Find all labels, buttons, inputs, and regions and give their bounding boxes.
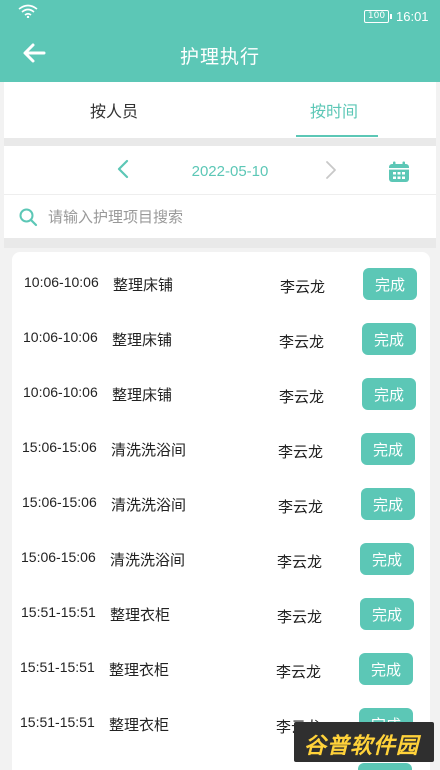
- task-person: 李云龙: [276, 663, 322, 681]
- page-title: 护理执行: [179, 46, 260, 68]
- complete-button[interactable]: 完成: [363, 268, 417, 300]
- task-person: 李云龙: [280, 278, 326, 296]
- task-person: 李云龙: [278, 498, 324, 516]
- active-tab-indicator: [296, 135, 378, 137]
- task-list: 10:06-10:06 整理床铺 李云龙 完成 10:06-10:06 整理床铺 李云龙 完成…: [12, 252, 430, 770]
- complete-button[interactable]: 完成: [362, 378, 416, 410]
- calendar-icon[interactable]: [388, 161, 410, 183]
- complete-button[interactable]: 完成: [359, 653, 413, 685]
- divider: [4, 238, 436, 248]
- complete-button[interactable]: 完成: [361, 433, 415, 465]
- task-row: 15:51-15:51 整理衣柜 李云龙 完成: [12, 641, 430, 696]
- task-name: 整理衣柜: [109, 716, 170, 734]
- task-time: 15:51-15:51: [20, 714, 95, 730]
- task-name: 整理床铺: [113, 276, 174, 294]
- task-time: 15:51-15:51: [20, 659, 95, 675]
- task-row: 15:06-15:06 清洗洗浴间 李云龙 完成: [12, 421, 430, 476]
- complete-button[interactable]: 完成: [360, 598, 414, 630]
- watermark-logo: 谷普软件园: [294, 722, 434, 762]
- task-row: 10:06-10:06 整理床铺 李云龙 完成: [12, 311, 430, 366]
- search-icon: [19, 208, 38, 227]
- tab-by-person[interactable]: 按人员: [90, 98, 138, 122]
- task-name: 整理衣柜: [110, 606, 171, 624]
- task-time: 15:51-15:51: [21, 604, 96, 620]
- task-name: 整理床铺: [112, 331, 173, 349]
- task-name: 清洗洗浴间: [110, 551, 186, 569]
- task-person: 李云龙: [279, 333, 325, 351]
- complete-button[interactable]: 完成: [358, 763, 412, 770]
- task-row: 10:06-10:06 整理床铺 李云龙 完成: [12, 256, 430, 311]
- task-person: 李云龙: [277, 553, 323, 571]
- task-row: 15:51-15:51 整理衣柜 李云龙 完成: [12, 586, 430, 641]
- status-bar: 100 16:01: [0, 0, 440, 32]
- task-time: 15:06-15:06: [22, 494, 97, 510]
- date-navigator: 2022-05-10: [4, 146, 436, 194]
- complete-button[interactable]: 完成: [361, 488, 415, 520]
- task-name: 整理床铺: [112, 386, 173, 404]
- task-time: 10:06-10:06: [23, 384, 98, 400]
- divider: [4, 138, 436, 146]
- status-time: 16:01: [396, 9, 429, 24]
- tab-bar: 按人员 按时间: [4, 82, 436, 138]
- current-date[interactable]: 2022-05-10: [4, 163, 440, 180]
- app-header: 100 16:01 护理执行: [0, 0, 440, 82]
- task-name: 清洗洗浴间: [111, 496, 187, 514]
- task-name: 整理衣柜: [109, 661, 170, 679]
- complete-button[interactable]: 完成: [362, 323, 416, 355]
- task-row: 15:06-15:06 清洗洗浴间 李云龙 完成: [12, 476, 430, 531]
- task-time: 10:06-10:06: [23, 329, 98, 345]
- task-row: 15:06-15:06 清洗洗浴间 李云龙 完成: [12, 531, 430, 586]
- task-name: 清洗洗浴间: [111, 441, 187, 459]
- task-time: 15:06-15:06: [21, 549, 96, 565]
- search-bar: [4, 194, 436, 238]
- watermark-text: 谷普软件园: [304, 734, 420, 759]
- task-person: 李云龙: [277, 608, 323, 626]
- task-person: 李云龙: [279, 388, 325, 406]
- task-row: 10:06-10:06 整理床铺 李云龙 完成: [12, 366, 430, 421]
- wifi-icon: [18, 4, 38, 18]
- search-input[interactable]: [48, 205, 418, 229]
- complete-button[interactable]: 完成: [360, 543, 414, 575]
- tab-by-time[interactable]: 按时间: [310, 98, 358, 122]
- chevron-right-icon[interactable]: [324, 160, 338, 180]
- task-time: 10:06-10:06: [24, 274, 99, 290]
- battery-icon: 100: [364, 10, 392, 23]
- task-time: 15:06-15:06: [22, 439, 97, 455]
- task-person: 李云龙: [278, 443, 324, 461]
